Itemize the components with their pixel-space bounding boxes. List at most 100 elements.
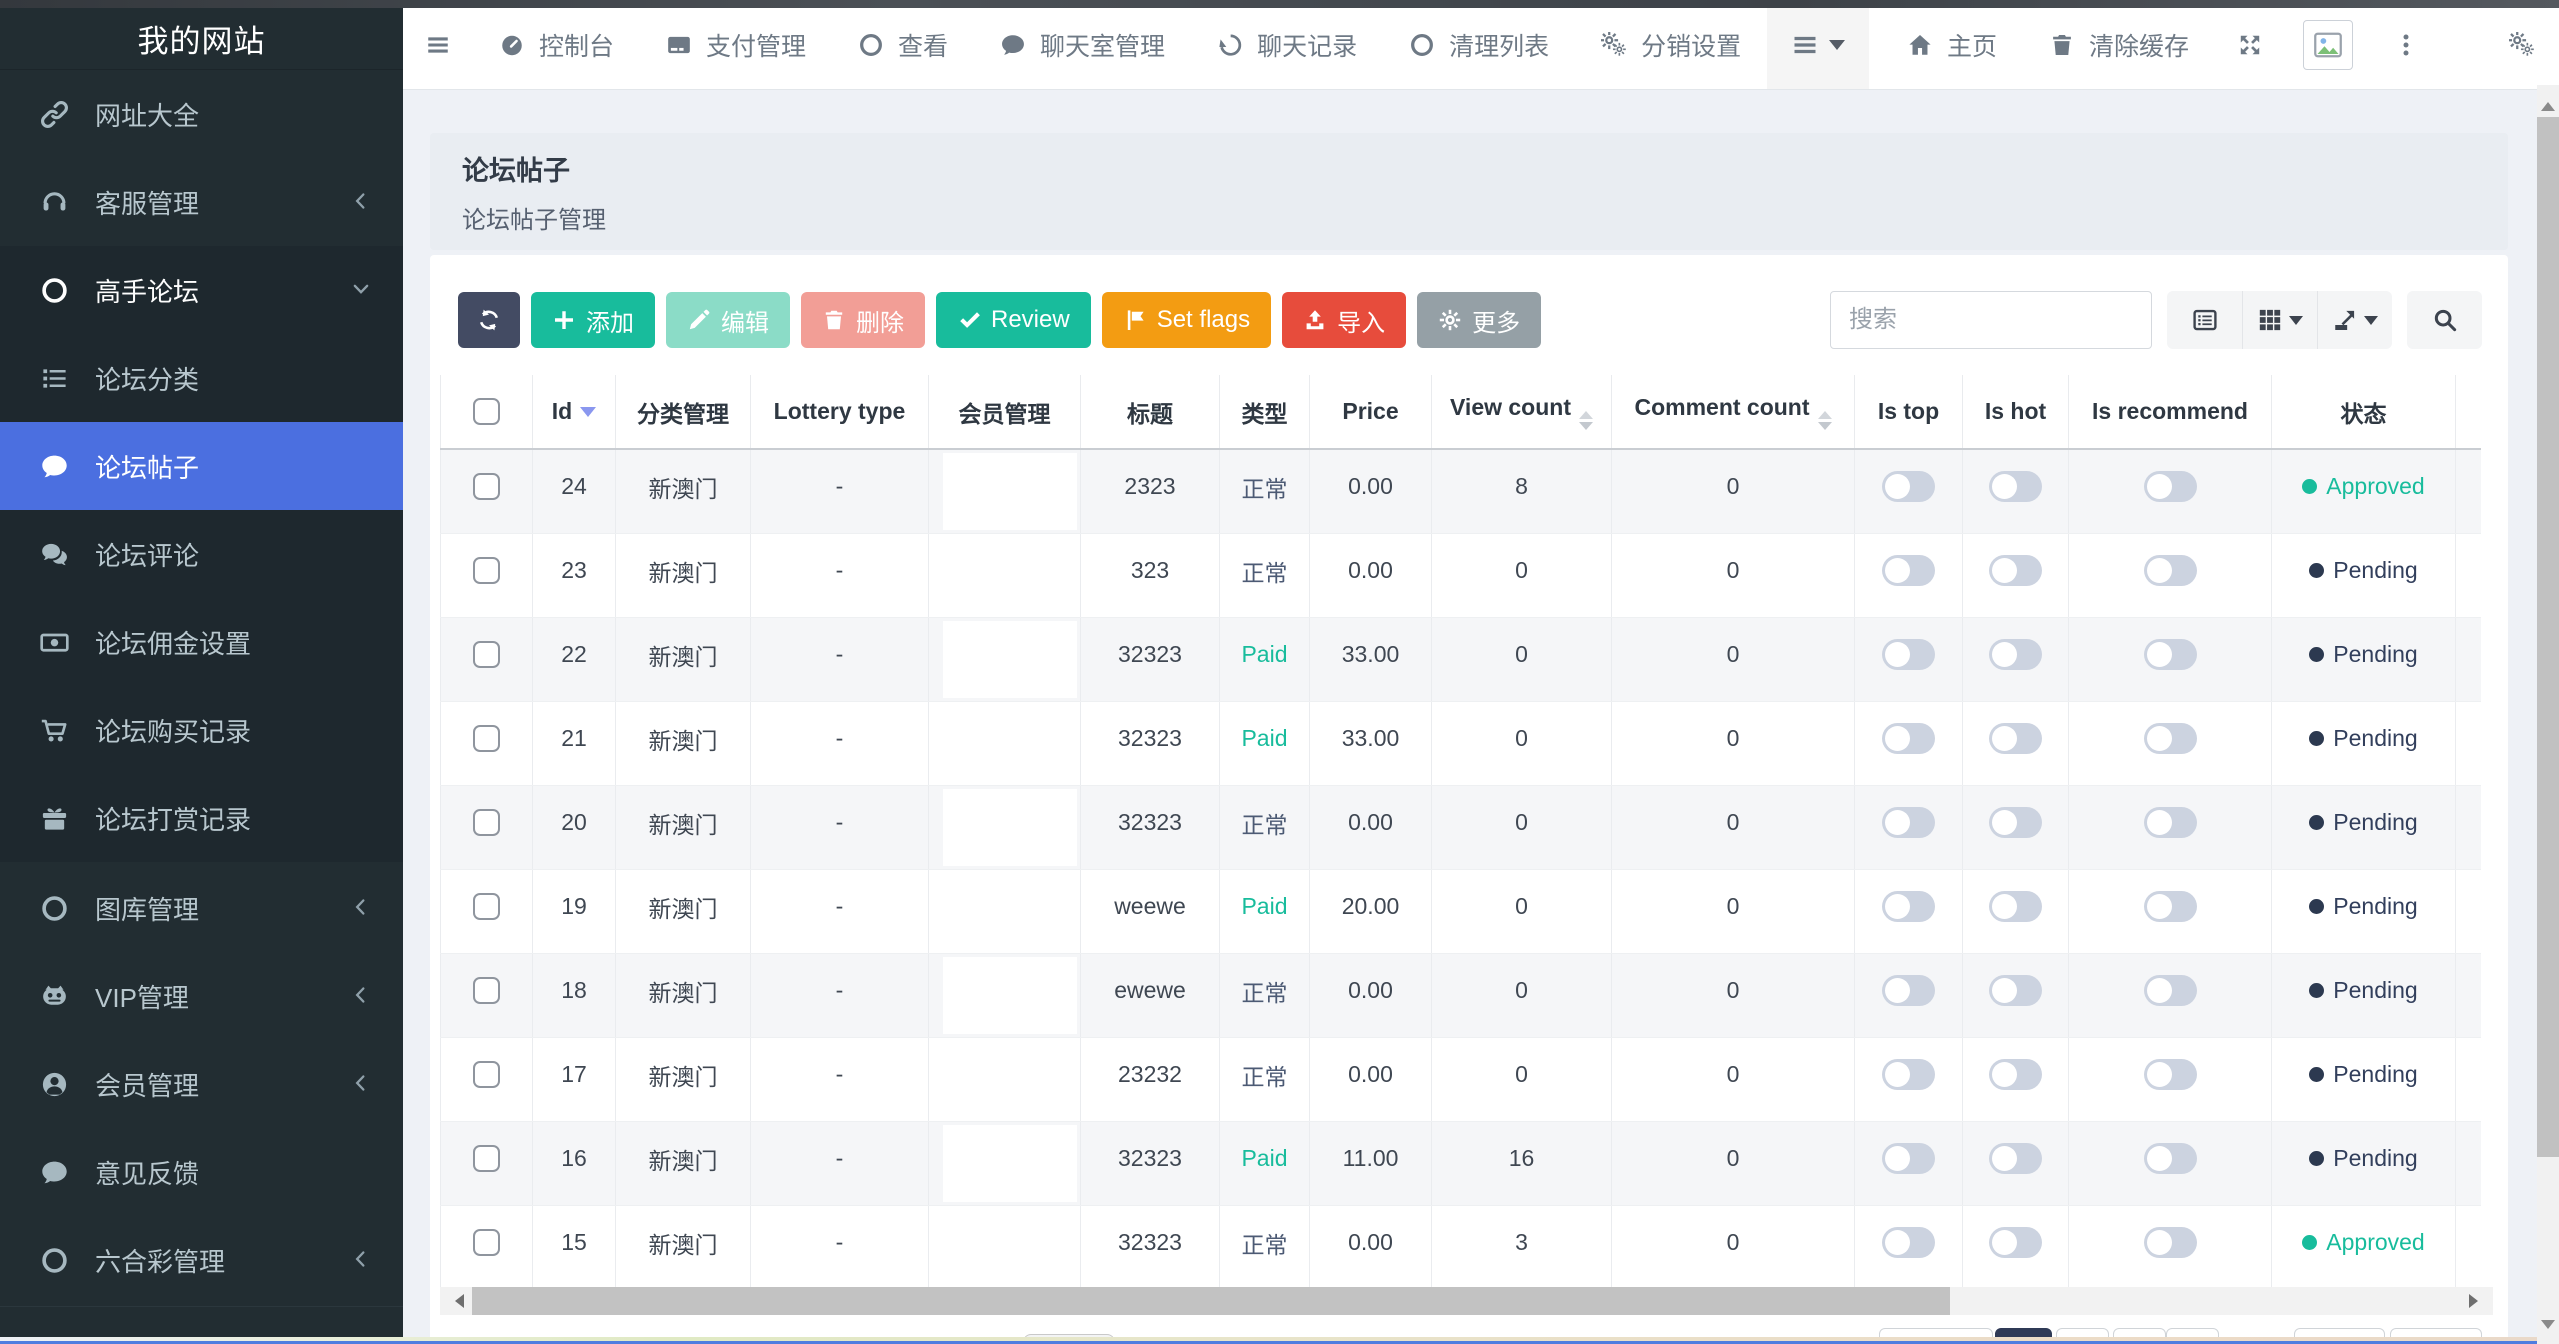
detail-view-button[interactable] (2167, 291, 2242, 349)
settings-button[interactable] (2487, 0, 2559, 89)
toggle-is-recommend[interactable] (2144, 1143, 2197, 1174)
sidebar-item-13[interactable]: 六合彩管理 (0, 1216, 403, 1304)
toggle-is-top[interactable] (1882, 1059, 1935, 1090)
row-checkbox[interactable] (473, 725, 500, 752)
toggle-is-hot[interactable] (1989, 471, 2042, 502)
row-checkbox[interactable] (473, 473, 500, 500)
toggle-is-recommend[interactable] (2144, 1227, 2197, 1258)
more-menu-button[interactable] (2371, 0, 2441, 89)
sidebar-item-7[interactable]: 论坛购买记录 (0, 686, 403, 774)
toggle-is-recommend[interactable] (2144, 723, 2197, 754)
row-checkbox[interactable] (473, 1061, 500, 1088)
avatar[interactable] (2303, 20, 2353, 70)
add-button[interactable]: 添加 (531, 292, 655, 348)
toggle-is-top[interactable] (1882, 639, 1935, 670)
columns-button[interactable] (2242, 291, 2317, 349)
toggle-is-hot[interactable] (1989, 1227, 2042, 1258)
column-header-1[interactable]: Id (533, 375, 616, 449)
sidebar-item-3[interactable]: 论坛分类 (0, 334, 403, 422)
toggle-is-hot[interactable] (1989, 639, 2042, 670)
navbar-tab-2[interactable]: 查看 (832, 0, 974, 89)
refresh-button[interactable] (458, 292, 520, 348)
navbar-right-0[interactable]: 主页 (1881, 0, 2023, 89)
toggle-is-hot[interactable] (1989, 807, 2042, 838)
horizontal-scrollbar[interactable] (440, 1287, 2493, 1315)
set-flags-button[interactable]: Set flags (1102, 292, 1271, 348)
sidebar-item-8[interactable]: 论坛打赏记录 (0, 774, 403, 862)
toggle-is-hot[interactable] (1989, 891, 2042, 922)
quick-menu-button[interactable] (1767, 0, 1869, 89)
navbar-tab-1[interactable]: 支付管理 (640, 0, 832, 89)
row-checkbox[interactable] (473, 809, 500, 836)
search-toggle-button[interactable] (2407, 291, 2482, 349)
toggle-is-hot[interactable] (1989, 1059, 2042, 1090)
toggle-is-recommend[interactable] (2144, 1059, 2197, 1090)
sidebar-item-2[interactable]: 高手论坛 (0, 246, 403, 334)
navbar-tab-6[interactable]: 分销设置 (1575, 0, 1767, 89)
toggle-is-hot[interactable] (1989, 975, 2042, 1006)
horizontal-scrollbar-thumb[interactable] (472, 1287, 1950, 1315)
status-badge: Pending (2309, 893, 2417, 920)
navbar-tab-4[interactable]: 聊天记录 (1191, 0, 1383, 89)
sidebar-item-10[interactable]: VIP管理 (0, 952, 403, 1040)
review-button[interactable]: Review (936, 292, 1091, 348)
row-checkbox[interactable] (473, 977, 500, 1004)
toggle-is-hot[interactable] (1989, 555, 2042, 586)
sidebar-item-11[interactable]: 会员管理 (0, 1040, 403, 1128)
column-header-8[interactable]: View count (1432, 375, 1612, 449)
cell-price: 0.00 (1310, 534, 1432, 618)
row-checkbox[interactable] (473, 641, 500, 668)
vertical-scrollbar-thumb[interactable] (2537, 117, 2559, 1157)
sidebar-item-0[interactable]: 网址大全 (0, 70, 403, 158)
navbar-right-1[interactable]: 清除缓存 (2023, 0, 2215, 89)
toggle-is-top[interactable] (1882, 555, 1935, 586)
scroll-right-arrow-icon[interactable] (2469, 1294, 2485, 1308)
scroll-left-arrow-icon[interactable] (448, 1294, 464, 1308)
sidebar-item-5[interactable]: 论坛评论 (0, 510, 403, 598)
toggle-is-top[interactable] (1882, 891, 1935, 922)
row-checkbox[interactable] (473, 893, 500, 920)
vertical-scrollbar[interactable] (2537, 85, 2559, 1344)
sidebar-item-6[interactable]: 论坛佣金设置 (0, 598, 403, 686)
edit-button[interactable]: 编辑 (666, 292, 790, 348)
toggle-is-top[interactable] (1882, 975, 1935, 1006)
row-checkbox[interactable] (473, 557, 500, 584)
toggle-is-hot[interactable] (1989, 1143, 2042, 1174)
toggle-knob (1885, 1230, 1910, 1255)
navbar-tab-3[interactable]: 聊天室管理 (974, 0, 1191, 89)
toggle-is-recommend[interactable] (2144, 639, 2197, 670)
sidebar-toggle-button[interactable] (403, 0, 473, 89)
delete-button[interactable]: 删除 (801, 292, 925, 348)
fullscreen-button[interactable] (2215, 0, 2285, 89)
toggle-is-top[interactable] (1882, 1227, 1935, 1258)
toggle-is-top[interactable] (1882, 1143, 1935, 1174)
toggle-is-recommend[interactable] (2144, 975, 2197, 1006)
toggle-is-top[interactable] (1882, 471, 1935, 502)
toggle-is-recommend[interactable] (2144, 471, 2197, 502)
toggle-is-top[interactable] (1882, 723, 1935, 754)
export-button[interactable] (2317, 291, 2392, 349)
toggle-is-hot[interactable] (1989, 723, 2042, 754)
navbar-tab-0[interactable]: 控制台 (473, 0, 640, 89)
cell-id: 18 (533, 954, 616, 1038)
more-button[interactable]: 更多 (1417, 292, 1541, 348)
navbar-tab-5[interactable]: 清理列表 (1383, 0, 1575, 89)
select-all-checkbox[interactable] (473, 398, 500, 425)
import-button[interactable]: 导入 (1282, 292, 1406, 348)
row-checkbox[interactable] (473, 1229, 500, 1256)
toggle-is-recommend[interactable] (2144, 555, 2197, 586)
toggle-is-recommend[interactable] (2144, 807, 2197, 838)
sidebar-item-9[interactable]: 图库管理 (0, 864, 403, 952)
scroll-down-arrow-icon[interactable] (2541, 1320, 2555, 1336)
column-header-9[interactable]: Comment count (1612, 375, 1855, 449)
toggle-is-top[interactable] (1882, 807, 1935, 838)
row-checkbox[interactable] (473, 1145, 500, 1172)
cell-price: 0.00 (1310, 449, 1432, 534)
cell-title: 32323 (1081, 786, 1220, 870)
sidebar-item-1[interactable]: 客服管理 (0, 158, 403, 246)
sidebar-item-12[interactable]: 意见反馈 (0, 1128, 403, 1216)
scroll-up-arrow-icon[interactable] (2541, 95, 2555, 111)
search-input[interactable] (1830, 291, 2152, 349)
toggle-is-recommend[interactable] (2144, 891, 2197, 922)
sidebar-item-4[interactable]: 论坛帖子 (0, 422, 403, 510)
